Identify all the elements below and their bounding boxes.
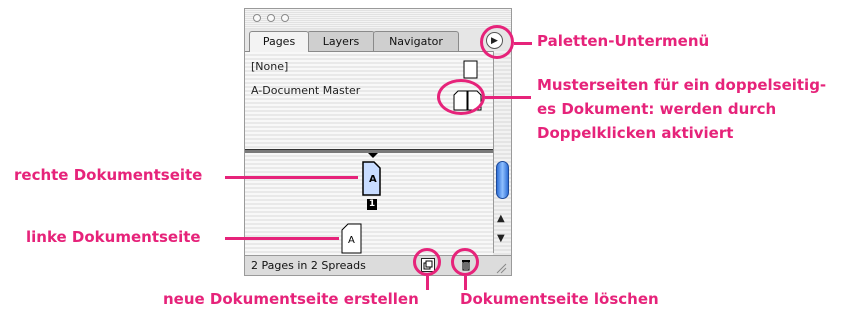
master-a-label[interactable]: A-Document Master	[251, 84, 360, 97]
none-master-page-icon[interactable]	[463, 60, 479, 80]
annotation-left-page: linke Dokumentseite	[26, 228, 201, 246]
close-button[interactable]	[253, 14, 261, 22]
annotation-masters-line2: es Dokument: werden durch	[537, 100, 777, 118]
spread-pointer-icon	[368, 153, 378, 158]
delete-page-highlight	[451, 248, 479, 276]
new-page-highlight	[413, 248, 441, 276]
delete-page-leader-line	[464, 276, 467, 290]
pages-palette: Pages Layers Navigator ▶ [None] A-Docume…	[244, 8, 512, 276]
right-page-leader-line	[225, 176, 358, 179]
scroll-down-arrow-icon[interactable]: ▼	[497, 233, 505, 244]
annotation-palette-submenu: Paletten-Untermenü	[537, 32, 710, 50]
tab-pages[interactable]: Pages	[249, 31, 309, 52]
tab-layers[interactable]: Layers	[307, 31, 375, 51]
left-page-leader-line	[225, 237, 339, 240]
scrollbar-thumb[interactable]	[496, 161, 509, 199]
annotation-masters-line3: Doppelklicken aktiviert	[537, 124, 734, 142]
status-text: 2 Pages in 2 Spreads	[251, 259, 366, 272]
annotation-delete-page: Dokumentseite löschen	[460, 290, 659, 308]
new-page-leader-line	[426, 276, 429, 290]
pages-scrollbar[interactable]: ▲ ▼	[493, 51, 511, 253]
palette-tabs: Pages Layers Navigator	[249, 31, 479, 52]
left-page-master-letter: A	[348, 235, 355, 246]
master-none-label[interactable]: [None]	[251, 60, 288, 73]
scroll-up-arrow-icon[interactable]: ▲	[497, 213, 505, 224]
palette-titlebar[interactable]	[245, 9, 511, 29]
masters-highlight	[437, 79, 485, 115]
menu-button-highlight	[480, 25, 514, 59]
zoom-button[interactable]	[281, 14, 289, 22]
masters-leader-line	[485, 96, 531, 99]
page-number-badge: 1	[367, 199, 377, 210]
tab-navigator[interactable]: Navigator	[373, 31, 459, 51]
annotation-new-page: neue Dokumentseite erstellen	[163, 290, 419, 308]
right-page-master-letter: A	[369, 174, 377, 185]
annotation-right-page: rechte Dokumentseite	[14, 166, 203, 184]
annotation-masters-line1: Musterseiten für ein doppelseitig-	[537, 76, 827, 94]
resize-grip-icon[interactable]	[495, 262, 507, 274]
minimize-button[interactable]	[267, 14, 275, 22]
submenu-leader-line	[514, 42, 532, 45]
